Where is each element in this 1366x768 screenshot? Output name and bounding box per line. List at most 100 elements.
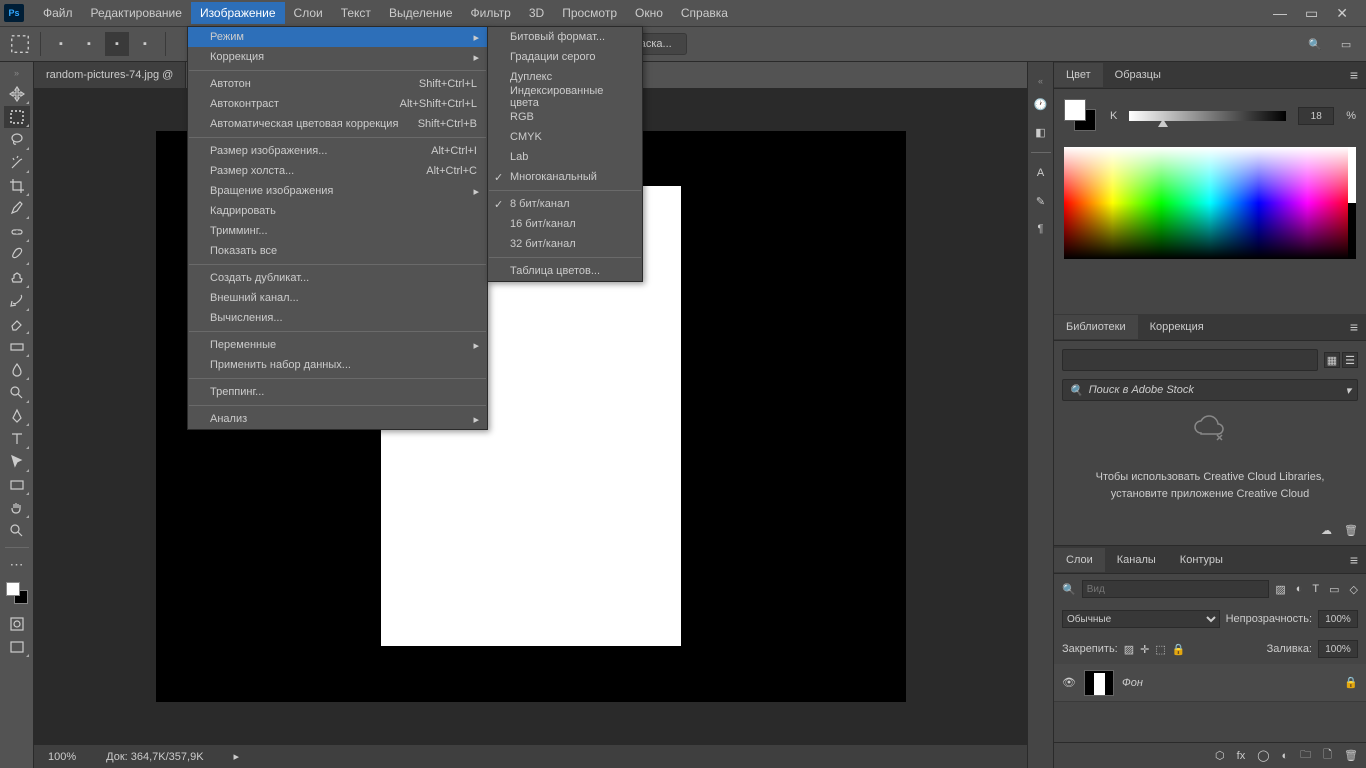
menu-item[interactable]: АвтоконтрастAlt+Shift+Ctrl+L bbox=[188, 94, 487, 114]
maximize-icon[interactable]: ▭ bbox=[1305, 5, 1318, 22]
brushes-panel-icon[interactable]: ✎ bbox=[1031, 191, 1051, 211]
foreground-background-colors[interactable] bbox=[6, 582, 28, 604]
document-tab[interactable]: random-pictures-74.jpg @ bbox=[34, 62, 186, 88]
k-value-input[interactable] bbox=[1298, 107, 1334, 125]
paragraph-panel-icon[interactable]: ¶ bbox=[1031, 219, 1051, 239]
menu-справка[interactable]: Справка bbox=[672, 2, 737, 24]
lock-position-icon[interactable]: ✛ bbox=[1140, 643, 1149, 656]
blend-mode-select[interactable]: Обычные bbox=[1062, 610, 1220, 628]
opacity-value[interactable]: 100% bbox=[1318, 610, 1358, 628]
move-tool[interactable] bbox=[4, 83, 30, 105]
menu-фильтр[interactable]: Фильтр bbox=[462, 2, 520, 24]
menu-item[interactable]: Размер изображения...Alt+Ctrl+I bbox=[188, 141, 487, 161]
tab-color[interactable]: Цвет bbox=[1054, 63, 1103, 87]
cloud-sync-icon[interactable]: ☁ bbox=[1321, 524, 1332, 537]
history-brush-tool[interactable] bbox=[4, 290, 30, 312]
color-swatches[interactable] bbox=[1064, 99, 1098, 133]
workspace-icon[interactable]: ▭ bbox=[1334, 32, 1358, 56]
blur-tool[interactable] bbox=[4, 359, 30, 381]
character-panel-icon[interactable]: A bbox=[1031, 163, 1051, 183]
tab-paths[interactable]: Контуры bbox=[1168, 548, 1235, 572]
stock-search-input[interactable]: 🔍 Поиск в Adobe Stock ▾ bbox=[1062, 379, 1358, 401]
fill-value[interactable]: 100% bbox=[1318, 640, 1358, 658]
lock-pixels-icon[interactable]: ▨ bbox=[1124, 643, 1134, 656]
menu-item[interactable]: Внешний канал... bbox=[188, 288, 487, 308]
quick-mask-tool[interactable] bbox=[4, 613, 30, 635]
clone-stamp-tool[interactable] bbox=[4, 267, 30, 289]
pen-tool[interactable] bbox=[4, 405, 30, 427]
filter-adjust-icon[interactable]: ◐ bbox=[1296, 583, 1303, 596]
menu-item[interactable]: Создать дубликат... bbox=[188, 268, 487, 288]
tab-channels[interactable]: Каналы bbox=[1105, 548, 1168, 572]
properties-panel-icon[interactable]: ◧ bbox=[1031, 122, 1051, 142]
tab-layers[interactable]: Слои bbox=[1054, 548, 1105, 572]
panel-menu-icon[interactable]: ≡ bbox=[1342, 67, 1366, 83]
crop-tool[interactable] bbox=[4, 175, 30, 197]
menu-item[interactable]: Тримминг... bbox=[188, 221, 487, 241]
filter-smart-icon[interactable]: ◇ bbox=[1350, 583, 1358, 596]
screen-mode-tool[interactable] bbox=[4, 636, 30, 658]
eyedropper-tool[interactable] bbox=[4, 198, 30, 220]
collapse-icon[interactable]: » bbox=[14, 68, 19, 78]
delete-layer-icon[interactable]: 🗑 bbox=[1344, 749, 1358, 762]
tab-libraries[interactable]: Библиотеки bbox=[1054, 315, 1138, 339]
filter-shape-icon[interactable]: ▭ bbox=[1329, 583, 1339, 596]
marquee-tool[interactable] bbox=[4, 106, 30, 128]
menu-слои[interactable]: Слои bbox=[285, 2, 332, 24]
edit-toolbar[interactable]: ⋯ bbox=[4, 553, 30, 575]
menu-item[interactable]: Битовый формат... bbox=[488, 27, 642, 47]
document-size[interactable]: Док: 364,7K/357,9K bbox=[106, 751, 203, 763]
expand-icon[interactable]: « bbox=[1038, 76, 1043, 86]
fx-icon[interactable]: fx bbox=[1237, 750, 1246, 762]
link-icon[interactable]: ⬡ bbox=[1215, 749, 1225, 762]
magic-wand-tool[interactable] bbox=[4, 152, 30, 174]
panel-menu-icon[interactable]: ≡ bbox=[1342, 319, 1366, 335]
brush-tool[interactable] bbox=[4, 244, 30, 266]
hand-tool[interactable] bbox=[4, 497, 30, 519]
k-slider[interactable] bbox=[1129, 111, 1286, 121]
lock-icon[interactable]: 🔒 bbox=[1344, 676, 1358, 689]
menu-item[interactable]: ✓8 бит/канал bbox=[488, 194, 642, 214]
grid-view-icon[interactable]: ▦ bbox=[1324, 352, 1340, 368]
visibility-icon[interactable]: 👁 bbox=[1062, 676, 1076, 689]
type-tool[interactable] bbox=[4, 428, 30, 450]
filter-type-icon[interactable]: T bbox=[1312, 583, 1319, 596]
search-icon[interactable]: 🔍 bbox=[1308, 38, 1322, 51]
menu-редактирование[interactable]: Редактирование bbox=[82, 2, 191, 24]
zoom-tool[interactable] bbox=[4, 520, 30, 542]
color-spectrum[interactable] bbox=[1064, 147, 1356, 259]
menu-файл[interactable]: Файл bbox=[34, 2, 82, 24]
menu-item[interactable]: Коррекция▸ bbox=[188, 47, 487, 67]
layer-thumbnail[interactable] bbox=[1084, 670, 1114, 696]
tool-preset-icon[interactable] bbox=[8, 32, 32, 56]
subtract-selection-icon[interactable]: ▪ bbox=[105, 32, 129, 56]
lock-all-icon[interactable]: 🔒 bbox=[1172, 643, 1186, 656]
status-arrow-icon[interactable]: ▸ bbox=[234, 750, 240, 763]
new-selection-icon[interactable]: ▪ bbox=[49, 32, 73, 56]
layer-row[interactable]: 👁 Фон 🔒 bbox=[1054, 664, 1366, 702]
eraser-tool[interactable] bbox=[4, 313, 30, 335]
menu-изображение[interactable]: Изображение bbox=[191, 2, 285, 24]
add-selection-icon[interactable]: ▪ bbox=[77, 32, 101, 56]
menu-item[interactable]: АвтотонShift+Ctrl+L bbox=[188, 74, 487, 94]
trash-icon[interactable]: 🗑 bbox=[1344, 524, 1358, 537]
list-view-icon[interactable]: ☰ bbox=[1342, 352, 1358, 368]
lock-artboard-icon[interactable]: ⬚ bbox=[1155, 643, 1165, 656]
tab-adjustments[interactable]: Коррекция bbox=[1138, 315, 1216, 339]
library-select[interactable] bbox=[1062, 349, 1318, 371]
menu-item[interactable]: Анализ▸ bbox=[188, 409, 487, 429]
minimize-icon[interactable]: — bbox=[1273, 5, 1287, 22]
menu-item[interactable]: Вращение изображения▸ bbox=[188, 181, 487, 201]
gradient-tool[interactable] bbox=[4, 336, 30, 358]
intersect-selection-icon[interactable]: ▪ bbox=[133, 32, 157, 56]
menu-текст[interactable]: Текст bbox=[332, 2, 380, 24]
dodge-tool[interactable] bbox=[4, 382, 30, 404]
new-layer-icon[interactable]: 🗋 bbox=[1323, 746, 1332, 765]
path-selection-tool[interactable] bbox=[4, 451, 30, 473]
group-icon[interactable]: 🗀 bbox=[1300, 746, 1311, 765]
panel-menu-icon[interactable]: ≡ bbox=[1342, 552, 1366, 568]
layer-name[interactable]: Фон bbox=[1122, 677, 1143, 689]
layer-filter-input[interactable] bbox=[1082, 580, 1270, 598]
tab-swatches[interactable]: Образцы bbox=[1103, 63, 1173, 87]
menu-item[interactable]: Градации серого bbox=[488, 47, 642, 67]
